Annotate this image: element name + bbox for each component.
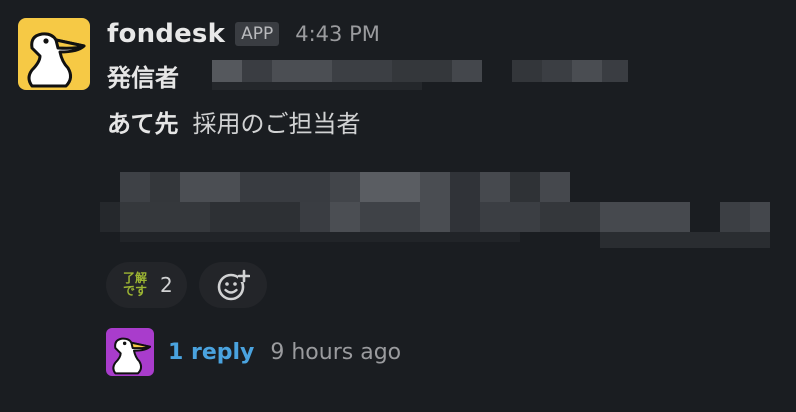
recipient-label: あて先 bbox=[107, 110, 179, 138]
recipient-row: あて先 採用のご担当者 bbox=[107, 104, 361, 139]
thread-avatar bbox=[106, 328, 154, 376]
app-avatar[interactable] bbox=[18, 18, 90, 90]
message-timestamp[interactable]: 4:43 PM bbox=[295, 22, 380, 46]
add-reaction-icon bbox=[217, 269, 250, 301]
recipient-value: 採用のご担当者 bbox=[192, 110, 361, 138]
ryokai-desu-emoji: 了解 です bbox=[122, 271, 147, 298]
reply-count-link[interactable]: 1 reply bbox=[168, 340, 254, 365]
reactions-bar: 了解 です 2 bbox=[106, 262, 267, 308]
pelican-logo-icon bbox=[27, 32, 86, 88]
redacted-body bbox=[100, 172, 776, 250]
app-name[interactable]: fondesk bbox=[107, 19, 225, 49]
last-reply-time: 9 hours ago bbox=[270, 339, 402, 365]
message-header: fondesk APP 4:43 PM bbox=[107, 14, 380, 54]
thread-summary[interactable]: 1 reply 9 hours ago bbox=[106, 328, 401, 376]
sender-label: 発信者 bbox=[107, 64, 179, 92]
add-reaction-button[interactable] bbox=[198, 262, 267, 308]
reaction-count: 2 bbox=[160, 273, 173, 297]
pelican-logo-icon bbox=[112, 337, 151, 375]
redacted-sender bbox=[212, 60, 632, 94]
sender-row: 発信者 bbox=[107, 58, 179, 93]
app-badge: APP bbox=[235, 22, 280, 46]
reaction-ryokai-desu[interactable]: 了解 です 2 bbox=[106, 262, 187, 308]
